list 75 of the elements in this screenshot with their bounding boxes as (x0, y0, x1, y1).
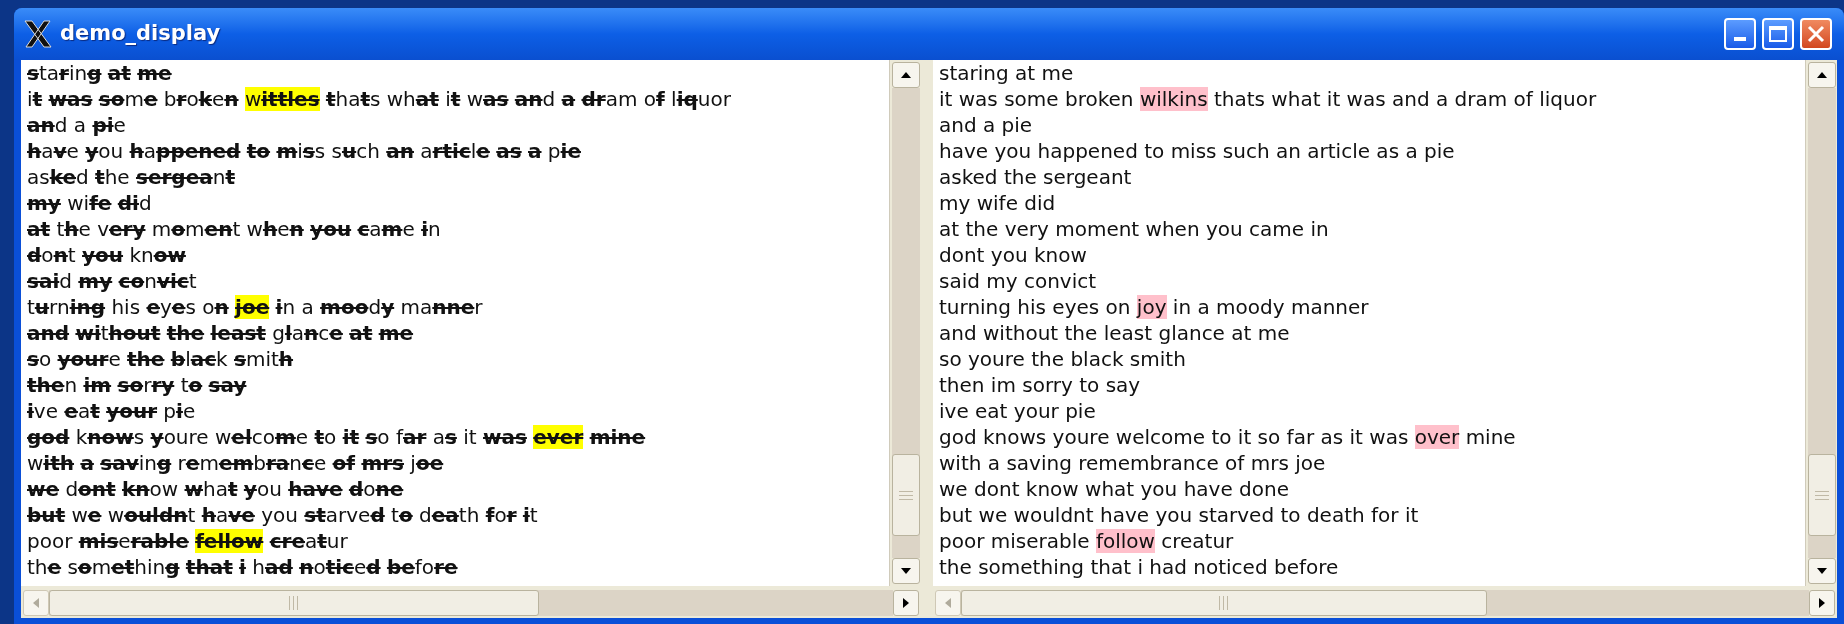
up-arrow-icon (1816, 72, 1827, 78)
text-line: my wife did (939, 191, 1056, 215)
text-line: then im sorry to say (27, 373, 247, 397)
left-arrow-icon (33, 598, 39, 608)
text-line: ive eat your pie (939, 399, 1096, 423)
up-arrow-icon (900, 72, 911, 78)
horizontal-scrollbar[interactable] (21, 588, 921, 618)
right-arrow-icon (903, 598, 909, 608)
text-line: so youre the black smith (27, 347, 294, 371)
text-line: staring at me (939, 61, 1074, 85)
text-line: and a pie (939, 113, 1033, 137)
text-line: said my convict (27, 269, 197, 293)
vertical-scrollbar[interactable] (1805, 60, 1837, 586)
text-line: but we wouldnt have you starved to death for it (27, 503, 538, 527)
text-line: and a pie (27, 113, 126, 137)
text-line: said my convict (939, 269, 1097, 293)
text-line: have you happened to miss such an article as a pie (939, 139, 1455, 163)
text-line: the something that i had noticed before (27, 555, 458, 579)
maximize-button[interactable] (1762, 18, 1794, 50)
text-line: with a saving remembrance of mrs joe (939, 451, 1326, 475)
text-line: poor miserable fellow creatur (27, 529, 348, 553)
text-line: at the very moment when you came in (27, 217, 441, 241)
scroll-up-button[interactable] (1807, 62, 1836, 88)
text-line: asked the sergeant (27, 165, 235, 189)
window-title: demo_display (60, 20, 221, 48)
close-button[interactable] (1800, 18, 1832, 50)
text-line: dont you know (27, 243, 186, 267)
scroll-left-button[interactable] (23, 590, 49, 616)
grip-icon (898, 490, 913, 500)
text-line: god knows youre welcome to it so far as it was over mine (939, 425, 1516, 449)
text-line: my wife did (27, 191, 152, 215)
text-line: the something that i had noticed before (939, 555, 1339, 579)
horizontal-scrollbar[interactable] (933, 588, 1837, 618)
text-line: asked the sergeant (939, 165, 1132, 189)
text-line: dont you know (939, 243, 1087, 267)
text-line: and without the least glance at me (939, 321, 1290, 345)
x-logo-icon (22, 19, 54, 49)
text-line: we dont know what you have done (939, 477, 1289, 501)
text-line: it was some broken wilkins thats what it was and a dram of liquor (939, 87, 1597, 111)
vertical-scrollbar[interactable] (889, 60, 921, 586)
scroll-down-button[interactable] (891, 558, 920, 584)
down-arrow-icon (900, 568, 911, 574)
scroll-right-button[interactable] (893, 590, 919, 616)
scroll-thumb[interactable] (891, 454, 920, 536)
grip-icon (1814, 490, 1829, 500)
text-line: and without the least glance at me (27, 321, 414, 345)
scroll-thumb[interactable] (961, 590, 1487, 616)
text-line: ive eat your pie (27, 399, 196, 423)
right-arrow-icon (1819, 598, 1825, 608)
scroll-thumb[interactable] (1807, 454, 1836, 536)
text-line: have you happened to miss such an article as a pie (27, 139, 581, 163)
close-icon (1807, 25, 1825, 43)
left-arrow-icon (945, 598, 951, 608)
grip-icon (1219, 596, 1229, 610)
text-line: poor miserable follow creatur (939, 529, 1234, 553)
scroll-up-button[interactable] (891, 62, 920, 88)
text-line: we dont know what you have done (27, 477, 404, 501)
text-line: it was some broken wittles thats what it was and a dram of liquor (27, 87, 731, 111)
maximize-icon (1769, 26, 1787, 42)
minimize-button[interactable] (1724, 18, 1756, 50)
text-line: with a saving remembrance of mrs joe (27, 451, 444, 475)
grip-icon (289, 596, 299, 610)
text-line: at the very moment when you came in (939, 217, 1329, 241)
scroll-left-button[interactable] (935, 590, 961, 616)
scroll-down-button[interactable] (1807, 558, 1836, 584)
text-line: staring at me (27, 61, 172, 85)
text-line: then im sorry to say (939, 373, 1141, 397)
text-line: turning his eyes on joy in a moody manner (939, 295, 1369, 319)
text-line: but we wouldnt have you starved to death for it (939, 503, 1419, 527)
down-arrow-icon (1816, 568, 1827, 574)
minimize-icon (1734, 37, 1746, 41)
scroll-right-button[interactable] (1809, 590, 1835, 616)
scroll-thumb[interactable] (49, 590, 539, 616)
text-line: turning his eyes on joe in a moody manner (27, 295, 483, 319)
text-line: so youre the black smith (939, 347, 1186, 371)
